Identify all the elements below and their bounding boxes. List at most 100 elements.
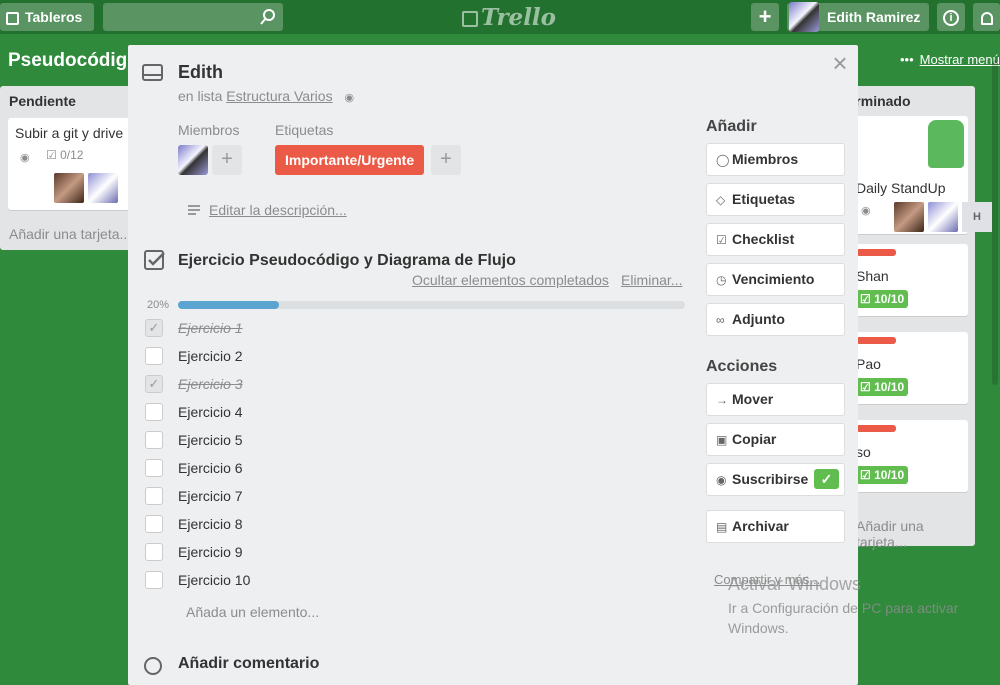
checklist-item[interactable]: Ejercicio 9 — [145, 539, 685, 567]
checklist-badge: ☑ 10/10 — [856, 378, 909, 396]
checklist-item[interactable]: Ejercicio 10 — [145, 567, 685, 595]
card-title[interactable]: Edith — [178, 62, 223, 83]
attachment-button[interactable]: ∞ Adjunto — [706, 303, 845, 336]
checklist-item-text[interactable]: Ejercicio 3 — [178, 376, 243, 392]
checklist-item-checkbox[interactable] — [145, 515, 163, 533]
create-button[interactable]: + — [751, 3, 779, 31]
subscribe-button[interactable]: ◉ Suscribirse ✓ — [706, 463, 845, 496]
member-avatar[interactable] — [178, 145, 208, 175]
progress-fill — [178, 301, 280, 309]
checklist-item-text[interactable]: Ejercicio 10 — [178, 572, 250, 588]
eye-icon: ◉ — [716, 473, 727, 487]
checklist-item-text[interactable]: Ejercicio 8 — [178, 516, 243, 532]
edit-description-link[interactable]: Editar la descripción... — [209, 202, 347, 218]
scrollbar[interactable] — [992, 60, 998, 385]
checklist-item[interactable]: Ejercicio 7 — [145, 483, 685, 511]
add-member-button[interactable]: + — [212, 145, 242, 175]
checklist-badge: ☑ 10/10 — [856, 466, 909, 484]
checklist-item-text[interactable]: Ejercicio 1 — [178, 320, 243, 336]
members-button[interactable]: ◯ Miembros — [706, 143, 845, 176]
checklist-icon — [144, 250, 165, 270]
show-menu-label: Mostrar menú — [919, 52, 1000, 67]
list-card[interactable]: so ☑ 10/10 — [850, 420, 968, 492]
checklist-item-text[interactable]: Ejercicio 4 — [178, 404, 243, 420]
checklist-item-text[interactable]: Ejercicio 9 — [178, 544, 243, 560]
trello-logo[interactable]: Trello — [462, 4, 556, 31]
add-heading: Añadir — [706, 118, 757, 135]
arrow-right-icon: → — [716, 393, 728, 407]
checklist-item-checkbox[interactable] — [145, 543, 163, 561]
checklist-item[interactable]: Ejercicio 5 — [145, 427, 685, 455]
card-label — [856, 249, 896, 256]
checklist-item-text[interactable]: Ejercicio 2 — [178, 348, 243, 364]
user-menu-button[interactable]: Edith Ramirez — [787, 2, 929, 32]
delete-checklist-link[interactable]: Eliminar... — [621, 272, 682, 288]
close-icon[interactable]: × — [828, 50, 852, 76]
list-card[interactable]: Pao ☑ 10/10 — [850, 332, 968, 404]
checklist-title[interactable]: Ejercicio Pseudocódigo y Diagrama de Flu… — [178, 252, 516, 270]
boards-button[interactable]: Tableros — [0, 3, 94, 31]
checklist-item-checkbox[interactable]: ✓ — [145, 319, 163, 337]
archive-button[interactable]: ▤ Archivar — [706, 510, 845, 543]
list-done: Terminado Daily StandUp ◉ H Shan ☑ 10/10… — [840, 86, 992, 550]
avatar — [928, 202, 958, 232]
check-icon: ✓ — [814, 469, 839, 489]
checkbox-icon: ☑ — [46, 148, 57, 162]
checklist-button[interactable]: ☑ Checklist — [706, 223, 845, 256]
checklist-item-checkbox[interactable] — [145, 431, 163, 449]
labels-button[interactable]: ◇ Etiquetas — [706, 183, 845, 216]
checklist-item-text[interactable]: Ejercicio 5 — [178, 432, 243, 448]
checklist-item-text[interactable]: Ejercicio 7 — [178, 488, 243, 504]
checklist-item[interactable]: Ejercicio 8 — [145, 511, 685, 539]
in-list-prefix: en lista — [178, 88, 223, 104]
add-card-link[interactable]: Añadir una tarjeta... — [9, 226, 131, 242]
checklist-item-text[interactable]: Ejercicio 6 — [178, 460, 243, 476]
checklist-item[interactable]: Ejercicio 6 — [145, 455, 685, 483]
move-button[interactable]: → Mover — [706, 383, 845, 416]
checklist-item[interactable]: Ejercicio 4 — [145, 399, 685, 427]
button-label: Archivar — [732, 518, 789, 534]
checklist-item-checkbox[interactable] — [145, 571, 163, 589]
checklist-progress — [178, 301, 685, 309]
list-card[interactable]: Daily StandUp ◉ H — [850, 116, 992, 234]
button-label: Miembros — [732, 151, 799, 167]
checklist-item-checkbox[interactable]: ✓ — [145, 375, 163, 393]
due-date-button[interactable]: ◷ Vencimiento — [706, 263, 845, 296]
show-menu-link[interactable]: ••• Mostrar menú — [900, 52, 1000, 67]
notifications-button[interactable] — [973, 3, 1000, 31]
checklist-item[interactable]: Ejercicio 2 — [145, 343, 685, 371]
windows-watermark-title: Activar Windows — [728, 574, 862, 594]
button-label: Copiar — [732, 431, 777, 447]
checklist-item-checkbox[interactable] — [145, 403, 163, 421]
user-avatar — [789, 2, 819, 32]
description-icon — [188, 205, 200, 215]
checklist-count: 10/10 — [874, 380, 905, 394]
add-card-link[interactable]: Añadir una tarjeta... — [856, 518, 975, 550]
checklist-item-checkbox[interactable] — [145, 347, 163, 365]
card-label — [856, 337, 896, 344]
search-input[interactable] — [103, 3, 283, 31]
card-title: so — [856, 444, 871, 460]
checklist-item[interactable]: ✓ Ejercicio 1 — [145, 315, 685, 343]
button-label: Vencimiento — [732, 271, 815, 287]
eye-icon: ◉ — [861, 205, 871, 217]
checklist-item[interactable]: ✓ Ejercicio 3 — [145, 371, 685, 399]
hide-completed-link[interactable]: Ocultar elementos completados — [412, 272, 609, 288]
checklist-item-checkbox[interactable] — [145, 459, 163, 477]
trello-logo-icon — [462, 11, 478, 27]
board-title[interactable]: Pseudocódigo — [8, 50, 139, 72]
checklist-item-checkbox[interactable] — [145, 487, 163, 505]
list-card[interactable]: Shan ☑ 10/10 — [850, 244, 968, 316]
avatar — [894, 202, 924, 232]
list-card[interactable]: Subir a git y drive ◉ ☑ 0/12 — [8, 118, 133, 210]
list-pending: Pendiente Subir a git y drive ◉ ☑ 0/12 A… — [0, 86, 140, 250]
eye-icon: ◉ — [20, 152, 30, 164]
add-label-button[interactable]: + — [431, 145, 461, 175]
copy-button[interactable]: ▣ Copiar — [706, 423, 845, 456]
list-link[interactable]: Estructura Varios — [226, 88, 332, 104]
boards-label: Tableros — [25, 9, 83, 25]
add-item-link[interactable]: Añada un elemento... — [186, 604, 319, 620]
info-button[interactable]: i — [937, 3, 965, 31]
label-tag[interactable]: Importante/Urgente — [275, 145, 425, 175]
more-icon: ••• — [900, 52, 914, 67]
